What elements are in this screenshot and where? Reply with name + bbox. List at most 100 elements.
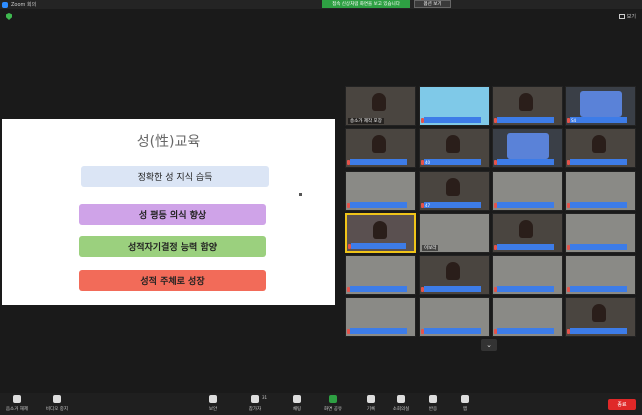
participant-tile[interactable] [345, 213, 416, 253]
participant-name-bar [424, 159, 481, 165]
participant-tile[interactable] [419, 297, 490, 337]
share-screen-button[interactable]: 화면 공유 [318, 395, 348, 412]
participant-name-bar [570, 244, 627, 250]
participant-name-bar [570, 328, 627, 334]
participant-name-bar [497, 159, 554, 165]
participant-name-bar [497, 202, 554, 208]
participant-tile[interactable] [345, 128, 416, 168]
participant-video [592, 135, 606, 153]
slide-item-2: 성 평등 의식 향상 [79, 204, 266, 225]
participant-video [446, 178, 460, 196]
participant-video [446, 135, 460, 153]
unmute-button[interactable]: 음소거 해제 [2, 395, 32, 412]
sharing-notice: 접속 신상처럼 화면을 보고 있습니다 [322, 0, 410, 8]
participant-tile[interactable] [419, 255, 490, 295]
participant-name: 이보라 [422, 245, 439, 251]
participant-video [519, 220, 533, 238]
chat-icon [293, 395, 301, 403]
grid-icon [397, 395, 405, 403]
security-button[interactable]: 보안 [198, 395, 228, 412]
participant-tile[interactable] [492, 128, 563, 168]
participant-video [592, 304, 606, 322]
participant-tile[interactable] [345, 297, 416, 337]
slide-item-1: 정확한 성 지식 습득 [81, 166, 269, 187]
record-button[interactable]: 기록 [356, 395, 386, 412]
participants-count: 31 [262, 395, 268, 400]
participants-button[interactable]: 참가자 31 [240, 395, 270, 412]
participant-tile[interactable] [492, 213, 563, 253]
stop-video-button[interactable]: 비디오 중지 [42, 395, 72, 412]
participant-name-bar [570, 159, 627, 165]
participant-name-bar [424, 328, 481, 334]
participant-video [372, 93, 386, 111]
participant-tile[interactable]: 47 [419, 171, 490, 211]
participant-name-bar [424, 117, 481, 123]
participant-number: 47 [425, 203, 431, 208]
toolbar-label: 소회의실 [392, 407, 410, 412]
title-bar: Zoom 회의 [0, 0, 642, 9]
participant-tile[interactable] [492, 86, 563, 126]
participant-name: 송소가 제작 포장 [348, 118, 384, 124]
participant-tile[interactable] [565, 255, 636, 295]
video-icon [53, 395, 61, 403]
participant-name-bar [351, 243, 406, 249]
participant-tile[interactable]: 40 [419, 128, 490, 168]
participant-tile[interactable] [419, 86, 490, 126]
participant-tile[interactable] [565, 128, 636, 168]
participant-tile[interactable] [492, 297, 563, 337]
shield-icon[interactable] [6, 13, 12, 20]
participant-name-bar [424, 286, 481, 292]
emoji-icon [429, 395, 437, 403]
participant-tile[interactable]: 송소가 제작 포장 [345, 86, 416, 126]
zoom-logo-icon [2, 1, 8, 8]
share-icon [329, 395, 337, 403]
view-button[interactable]: 보기 [618, 13, 636, 20]
participant-name-bar [570, 117, 627, 123]
participant-name-bar [424, 202, 481, 208]
participant-tile[interactable]: S4 [565, 86, 636, 126]
participant-name-bar [497, 244, 554, 250]
people-icon [251, 395, 259, 403]
toolbar-label: 보안 [208, 407, 218, 412]
shared-screen-slide: 성(性)교육 정확한 성 지식 습득 성 평등 의식 향상 성적자기결정 능력 … [2, 119, 335, 305]
shield-icon [209, 395, 217, 403]
participant-name-bar [350, 159, 407, 165]
toolbar-label: 음소거 해제 [5, 407, 29, 412]
participant-number: 40 [425, 160, 431, 165]
toolbar-label: 채팅 [292, 407, 302, 412]
participant-name-bar [497, 286, 554, 292]
view-button-label: 보기 [626, 14, 636, 20]
meeting-toolbar: 종료 음소거 해제 비디오 중지 보안 참가자 31 채팅 화면 공유 기록 소회의실 반응 앱 [0, 393, 642, 415]
video-off-avatar [507, 133, 549, 159]
participant-video [373, 221, 387, 239]
participant-gallery: 송소가 제작 포장 S4 40 47 이보라 [345, 86, 637, 340]
participant-tile[interactable] [345, 255, 416, 295]
chat-button[interactable]: 채팅 [282, 395, 312, 412]
breakout-rooms-button[interactable]: 소회의실 [386, 395, 416, 412]
participant-video [519, 93, 533, 111]
chevron-down-icon[interactable]: ⌄ [481, 339, 497, 351]
participant-name-bar [497, 117, 554, 123]
participant-tile[interactable] [565, 213, 636, 253]
grid-icon [618, 14, 625, 19]
window-title: Zoom 회의 [11, 2, 37, 8]
slide-item-4: 성적 주체로 성장 [79, 270, 266, 291]
participant-tile[interactable] [345, 171, 416, 211]
participant-tile[interactable] [565, 171, 636, 211]
apps-icon [461, 395, 469, 403]
end-meeting-button[interactable]: 종료 [608, 399, 636, 410]
view-options-button[interactable]: 옵션 보기 [414, 0, 451, 8]
participant-tile[interactable]: 이보라 [419, 213, 490, 253]
mic-icon [13, 395, 21, 403]
participant-tile[interactable] [492, 255, 563, 295]
toolbar-label: 기록 [366, 407, 376, 412]
participant-name-bar [350, 286, 407, 292]
participant-tile[interactable] [492, 171, 563, 211]
reactions-button[interactable]: 반응 [418, 395, 448, 412]
apps-button[interactable]: 앱 [450, 395, 480, 412]
participant-tile[interactable] [565, 297, 636, 337]
participant-name-bar [350, 328, 407, 334]
toolbar-label: 참가자 [248, 407, 262, 412]
mouse-cursor-icon [299, 193, 302, 196]
toolbar-label: 반응 [428, 407, 438, 412]
